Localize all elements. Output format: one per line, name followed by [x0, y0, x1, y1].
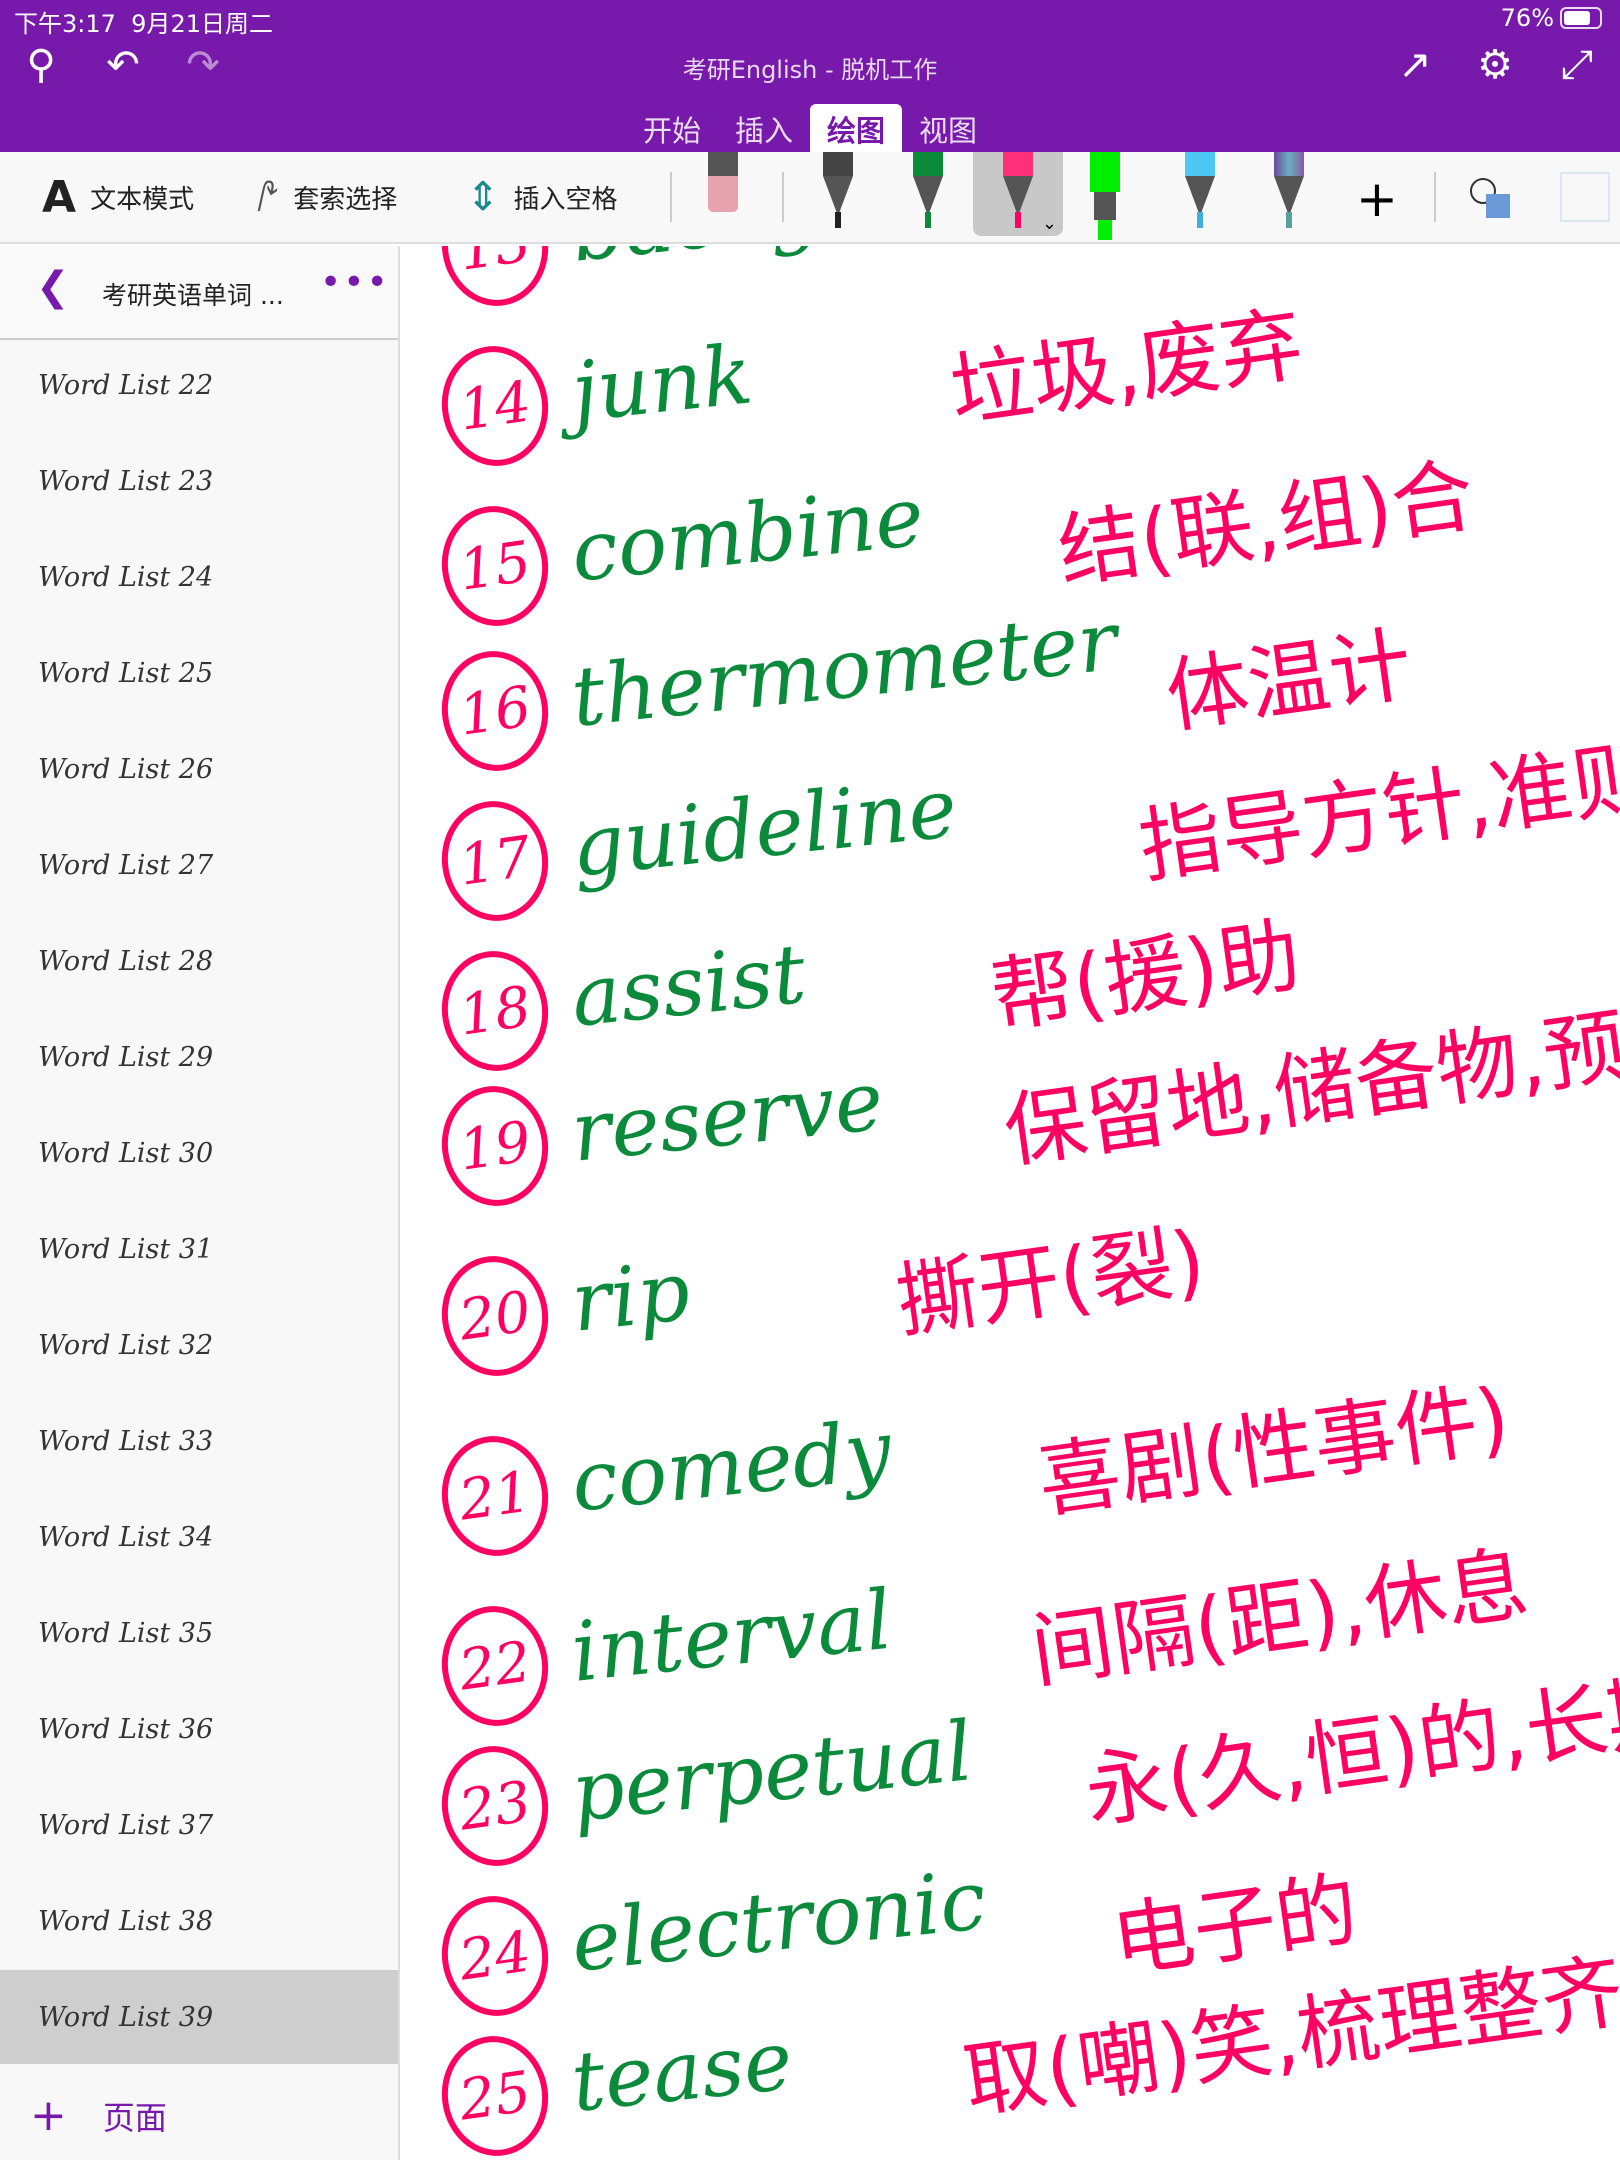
sidebar-header: ❮ 考研英语单词 ... ••• [0, 246, 398, 340]
note-entry: 17 guideline 指导方针,准则 [402, 729, 1620, 931]
english-word: tease [567, 2013, 797, 2131]
back-chevron-icon[interactable]: ❮ [36, 264, 70, 310]
share-icon[interactable]: ↗ [1390, 42, 1440, 88]
text-mode-label: 文本模式 [90, 184, 195, 215]
sidebar-page-item[interactable]: Word List 34 [0, 1490, 398, 1584]
ink-to-shape-icon[interactable] [1560, 172, 1610, 222]
english-word: comedy [567, 1402, 896, 1531]
galaxy-pen[interactable] [1274, 152, 1304, 228]
chevron-down-icon[interactable]: ⌄ [1042, 213, 1057, 234]
app-header: 下午3:17 9月21日周二 76% ⚲ ↶ ↷ 考研English - 脱机工… [0, 0, 1620, 152]
add-page-button[interactable]: + 页面 [30, 2090, 167, 2141]
shapes-icon[interactable] [1470, 178, 1514, 218]
sidebar-page-item[interactable]: Word List 24 [0, 530, 398, 624]
status-time: 下午3:17 9月21日周二 [14, 4, 273, 39]
document-title: 考研English - 脱机工作 [682, 56, 938, 84]
entry-number-circle: 21 [434, 1429, 556, 1563]
english-word: interval [567, 1572, 897, 1701]
section-title: 考研英语单词 ... [102, 281, 284, 310]
green-pen[interactable] [913, 152, 943, 228]
note-entry: 25 tease 取(嘲)笑,梳理整齐 [402, 1944, 1620, 2160]
add-page-label: 页面 [102, 2098, 167, 2137]
text-icon: A [42, 171, 77, 223]
sidebar-page-item[interactable]: Word List 28 [0, 914, 398, 1008]
tab-view[interactable]: 视图 [902, 104, 994, 152]
battery-percent: 76% [1500, 4, 1554, 32]
entry-number-circle: 18 [434, 944, 556, 1078]
ribbon-tabs: 开始 插入 绘图 视图 [0, 104, 1620, 152]
insert-space-icon: ⇕ [466, 174, 500, 220]
sidebar-page-item[interactable]: Word List 22 [0, 338, 398, 432]
entry-number-circle: 19 [434, 1079, 556, 1213]
entry-number-circle: 17 [434, 794, 556, 928]
sidebar-page-item[interactable]: Word List 23 [0, 434, 398, 528]
date: 9月21日周二 [131, 10, 273, 38]
divider [670, 172, 672, 222]
sidebar-page-item[interactable]: Word List 35 [0, 1586, 398, 1680]
text-mode-button[interactable]: A 文本模式 [42, 172, 194, 223]
sidebar-page-item[interactable]: Word List 29 [0, 1010, 398, 1104]
note-entry: 23 perpetual 永(久,恒)的,长期的 [402, 1650, 1620, 1876]
entry-number-circle: 25 [434, 2029, 556, 2160]
battery-icon [1560, 7, 1602, 29]
english-word: assist [567, 926, 810, 1046]
sidebar-page-item[interactable]: Word List 38 [0, 1874, 398, 1968]
divider [782, 172, 784, 222]
draw-toolbar: A 文本模式 ⭚ 套索选择 ⇕ 插入空格 ⌄ + [0, 152, 1620, 244]
entry-number-circle: 23 [434, 1739, 556, 1873]
sidebar-page-item[interactable]: Word List 37 [0, 1778, 398, 1872]
time: 下午3:17 [14, 10, 116, 38]
tab-home[interactable]: 开始 [626, 104, 718, 152]
sidebar-page-item[interactable]: Word List 30 [0, 1106, 398, 1200]
page-list-sidebar: ❮ 考研英语单词 ... ••• Word List 22 Word List 2… [0, 246, 400, 2160]
sidebar-page-item[interactable]: Word List 26 [0, 722, 398, 816]
entry-number-circle: 15 [434, 499, 556, 633]
english-word: rip [567, 1243, 695, 1351]
sidebar-page-item[interactable]: Word List 32 [0, 1298, 398, 1392]
note-canvas[interactable]: 13backgr…14junk垃圾,废弃15combine结(联,组)合16th… [402, 246, 1620, 2160]
black-pen[interactable] [823, 152, 853, 228]
more-options-icon[interactable]: ••• [320, 262, 390, 303]
note-entry: 19 reserve 保留地,储备物,预订(留) [402, 968, 1620, 1216]
tab-draw[interactable]: 绘图 [810, 104, 903, 152]
blue-pen[interactable] [1185, 152, 1215, 228]
english-word: guideline [567, 760, 962, 896]
status-battery: 76% [1501, 4, 1602, 32]
entry-number-circle: 14 [434, 339, 556, 473]
eraser-tool[interactable] [708, 152, 738, 212]
entry-number-circle: 24 [434, 1889, 556, 2023]
english-word: junk [567, 327, 757, 441]
plus-icon: + [30, 2090, 67, 2141]
english-word: backgr… [567, 246, 946, 281]
sidebar-page-item[interactable]: Word List 31 [0, 1202, 398, 1296]
sidebar-page-item[interactable]: Word List 39 [0, 1970, 398, 2064]
lasso-select-button[interactable]: ⭚ 套索选择 [256, 174, 397, 221]
pink-pen[interactable] [1003, 152, 1033, 228]
green-highlighter[interactable] [1090, 152, 1120, 240]
sidebar-page-item[interactable]: Word List 27 [0, 818, 398, 912]
add-pen-icon[interactable]: + [1356, 170, 1398, 228]
english-word: combine [567, 469, 929, 601]
gear-icon[interactable]: ⚙ [1470, 42, 1520, 88]
lasso-icon: ⭚ [256, 174, 280, 221]
chinese-meaning: 撕开(裂) [890, 1213, 1211, 1351]
insert-space-button[interactable]: ⇕ 插入空格 [466, 174, 618, 220]
entry-number-circle: 22 [434, 1599, 556, 1733]
note-entry: 13 backgr… [402, 246, 1620, 316]
expand-icon[interactable]: ⤢ [1552, 42, 1602, 88]
tab-insert[interactable]: 插入 [718, 104, 810, 152]
entry-number-circle: 20 [434, 1249, 556, 1383]
entry-number-circle: 16 [434, 644, 556, 778]
sidebar-page-item[interactable]: Word List 36 [0, 1682, 398, 1776]
entry-number-circle: 13 [434, 246, 556, 313]
sidebar-page-item[interactable]: Word List 33 [0, 1394, 398, 1488]
lasso-label: 套索选择 [293, 184, 398, 215]
divider [1434, 172, 1436, 222]
sidebar-page-item[interactable]: Word List 25 [0, 626, 398, 720]
insert-space-label: 插入空格 [513, 184, 618, 215]
